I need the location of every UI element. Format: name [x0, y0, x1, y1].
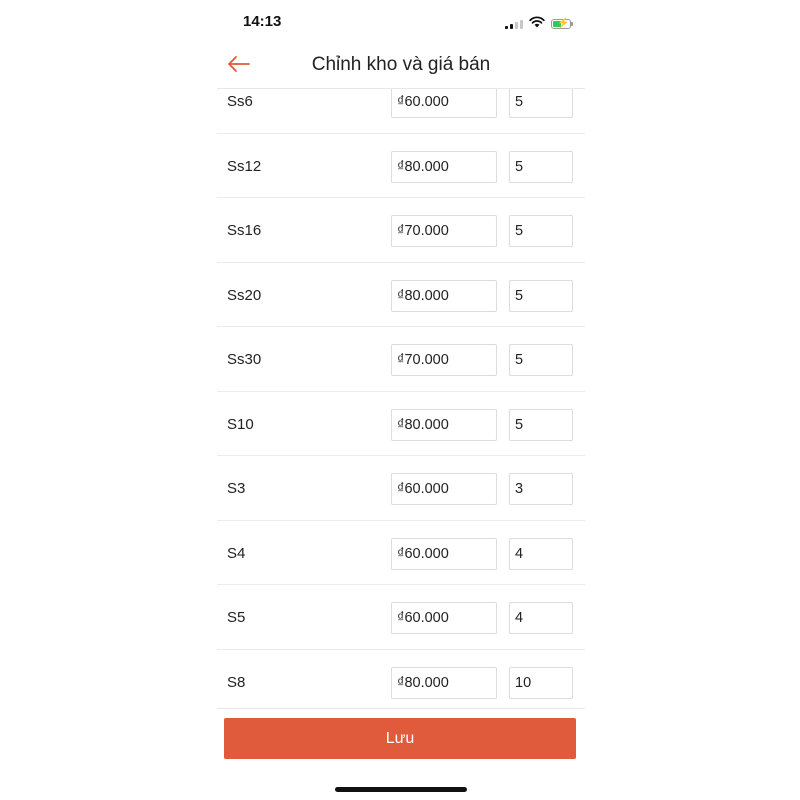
- variant-row: S3 ₫60.000 3: [217, 456, 585, 521]
- stock-input[interactable]: 5: [509, 279, 573, 312]
- page-title: Chỉnh kho và giá bán: [311, 54, 491, 75]
- price-input[interactable]: ₫80.000: [391, 279, 497, 312]
- status-time: 14:13: [243, 13, 282, 30]
- price-input[interactable]: ₫60.000: [391, 602, 497, 634]
- variant-row: Ss20 ₫80.000 5: [217, 263, 585, 327]
- wifi-icon: [529, 15, 545, 33]
- price-input[interactable]: ₫70.000: [391, 215, 497, 247]
- variant-name: Ss16: [227, 222, 262, 239]
- stock-input[interactable]: 3: [509, 473, 573, 505]
- battery-charging-icon: ⚡: [551, 18, 573, 29]
- stock-input[interactable]: 4: [509, 602, 573, 634]
- variant-row: S8 ₫80.000 10: [217, 650, 585, 714]
- save-button[interactable]: Lưu: [224, 718, 576, 759]
- variant-name: Ss30: [227, 351, 262, 368]
- nav-bar: Chỉnh kho và giá bán: [217, 44, 585, 89]
- price-input[interactable]: ₫60.000: [391, 537, 497, 570]
- signal-icon: [505, 19, 523, 29]
- variant-row: S10 ₫80.000 5: [217, 392, 585, 456]
- variant-row: S5 ₫60.000 4: [217, 585, 585, 650]
- price-input[interactable]: ₫80.000: [391, 666, 497, 699]
- variant-name: S4: [227, 544, 246, 562]
- price-input[interactable]: ₫60.000: [391, 86, 497, 118]
- variant-row: Ss30 ₫70.000 5: [217, 327, 585, 392]
- status-bar: 14:13 ⚡: [217, 0, 585, 44]
- variant-name: S3: [227, 480, 246, 497]
- variant-name: Ss20: [227, 286, 262, 304]
- footer: Lưu: [217, 708, 585, 800]
- price-input[interactable]: ₫70.000: [391, 344, 497, 376]
- stock-input[interactable]: 5: [509, 86, 573, 118]
- price-input[interactable]: ₫60.000: [391, 473, 497, 505]
- variant-name: Ss12: [227, 157, 262, 175]
- home-indicator[interactable]: [335, 787, 467, 792]
- stock-input[interactable]: 5: [509, 344, 573, 376]
- variant-name: Ss6: [227, 93, 253, 110]
- stock-input[interactable]: 10: [509, 666, 573, 699]
- stock-input[interactable]: 5: [509, 215, 573, 247]
- variant-row: Ss12 ₫80.000 5: [217, 134, 585, 198]
- variant-list: Ss6 ₫60.000 5 Ss12 ₫80.000 5 Ss16 ₫70.00…: [217, 69, 585, 714]
- variant-row: S4 ₫60.000 4: [217, 521, 585, 585]
- status-icons: ⚡: [505, 15, 573, 33]
- phone-screen: 14:13 ⚡ Chỉnh kho và giá bán Ss6 ₫60.000…: [217, 0, 585, 800]
- variant-name: S10: [227, 415, 254, 433]
- variant-name: S5: [227, 609, 246, 626]
- stock-input[interactable]: 5: [509, 150, 573, 183]
- stock-input[interactable]: 4: [509, 537, 573, 570]
- variant-name: S8: [227, 673, 246, 691]
- price-input[interactable]: ₫80.000: [391, 150, 497, 183]
- price-input[interactable]: ₫80.000: [391, 408, 497, 441]
- variant-row: Ss16 ₫70.000 5: [217, 198, 585, 263]
- stock-input[interactable]: 5: [509, 408, 573, 441]
